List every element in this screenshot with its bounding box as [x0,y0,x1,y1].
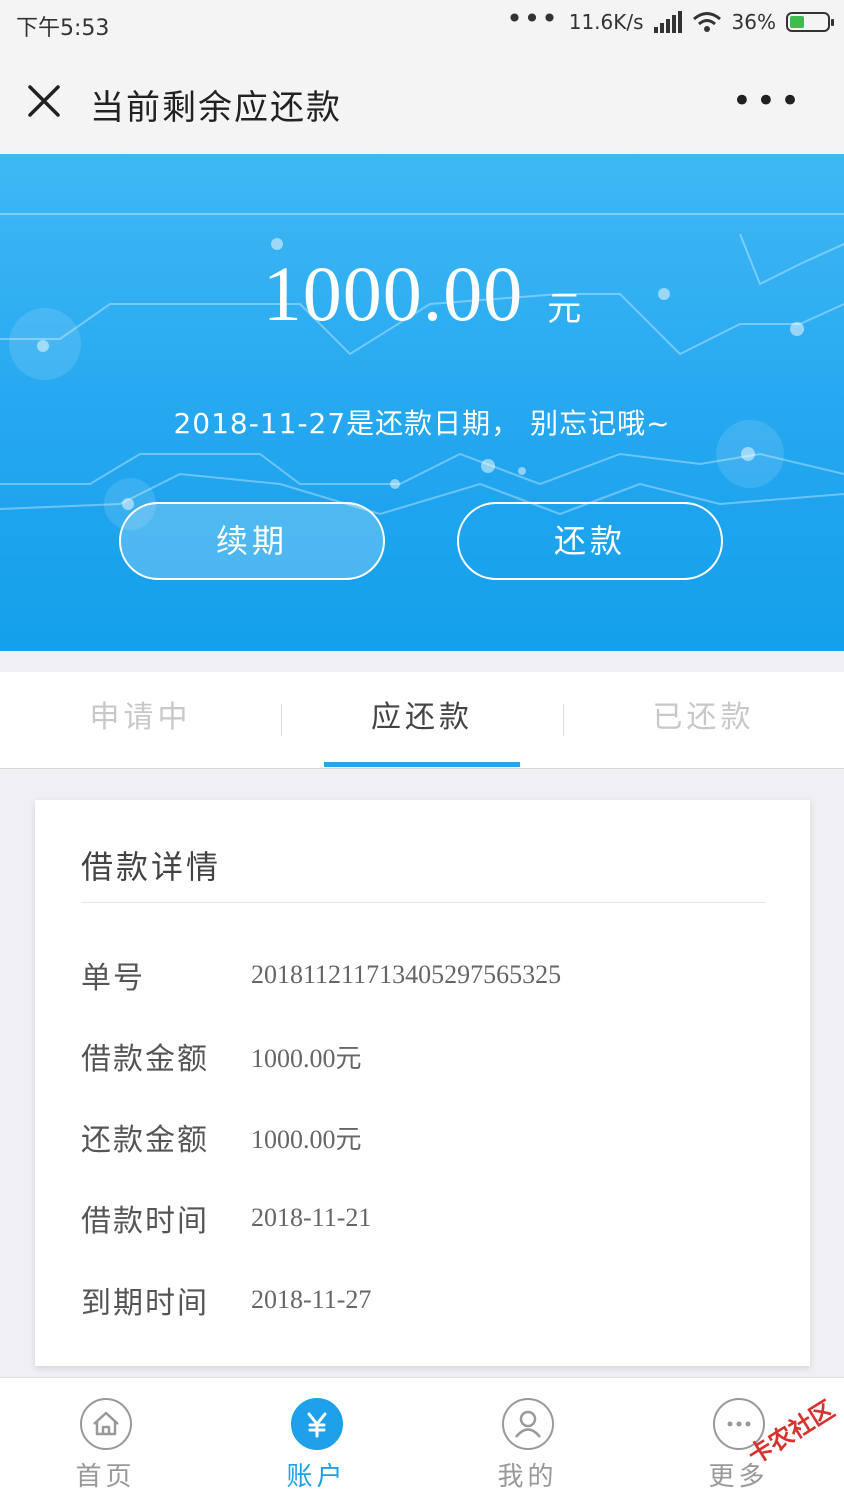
renew-button[interactable]: 续期 [119,502,385,580]
tabbar-item-home[interactable]: 首页 [0,1378,211,1501]
notification-dots-icon: ••• [506,2,559,35]
detail-value: 2018-11-27 [251,1285,372,1314]
tabbar-label: 我的 [497,1462,558,1492]
tabbar-item-mine[interactable]: 我的 [422,1378,633,1501]
card-divider [81,902,766,903]
battery-percent: 36% [731,10,776,34]
due-date-notice: 2018-11-27是还款日期， 别忘记哦~ [173,407,671,440]
amount-unit: 元 [547,289,582,329]
user-icon [501,1398,554,1450]
detail-label: 到期时间 [81,1286,209,1321]
wifi-icon [692,12,721,32]
detail-row-order-number: 单号 20181121171340529756532​5 [81,955,562,996]
detail-row-repay-amount: 还款金额 1000.00元 [81,1117,362,1158]
status-bar: 下午5:53 ••• 11.6K/s 36% [0,0,844,50]
detail-row-due-date: 到期时间 2018-11-27 [81,1280,372,1321]
detail-value: 1000.00元 [251,1043,362,1073]
bottom-tab-bar: 首页 账户 我的 更多 [0,1377,844,1501]
nav-bar: 当前剩余应还款 ••• [0,50,844,154]
detail-row-loan-amount: 借款金额 1000.00元 [81,1036,362,1077]
detail-row-loan-date: 借款时间 2018-11-21 [81,1198,372,1239]
battery-icon [786,12,834,32]
tabbar-label: 首页 [75,1462,136,1492]
loan-details-card: 借款详情 单号 20181121171340529756532​5 借款金额 1… [35,800,810,1366]
detail-value: 20181121171340529756532​5 [251,960,562,989]
more-menu-icon[interactable]: ••• [732,84,804,118]
card-title: 借款详情 [81,848,222,886]
close-icon[interactable] [26,83,62,119]
balance-hero: 1000.00 元 2018-11-27是还款日期， 别忘记哦~ 续期 还款 [0,154,844,651]
tabbar-label: 更多 [708,1462,769,1492]
network-speed: 11.6K/s [568,10,644,34]
amount-value: 1000.00 [262,250,524,337]
yen-icon [290,1398,343,1450]
active-tab-indicator [324,762,520,767]
detail-value: 2018-11-21 [251,1203,372,1232]
detail-label: 单号 [81,961,145,996]
tabbar-item-account[interactable]: 账户 [211,1378,422,1501]
tab-due[interactable]: 应还款 [281,672,563,768]
remaining-amount: 1000.00 元 [0,249,844,339]
tabbar-label: 账户 [286,1462,347,1492]
status-time: 下午5:53 [16,16,110,41]
home-icon [79,1398,132,1450]
detail-label: 还款金额 [81,1123,209,1158]
repay-button[interactable]: 还款 [457,502,723,580]
detail-label: 借款金额 [81,1042,209,1077]
tab-applying[interactable]: 申请中 [0,672,281,768]
status-tabs: 申请中 应还款 已还款 [0,672,844,769]
tab-repaid[interactable]: 已还款 [563,672,844,768]
status-indicators: ••• 11.6K/s 36% [506,2,834,35]
signal-icon [653,11,682,33]
detail-value: 1000.00元 [251,1124,362,1154]
detail-label: 借款时间 [81,1204,209,1239]
page-title: 当前剩余应还款 [90,88,342,128]
